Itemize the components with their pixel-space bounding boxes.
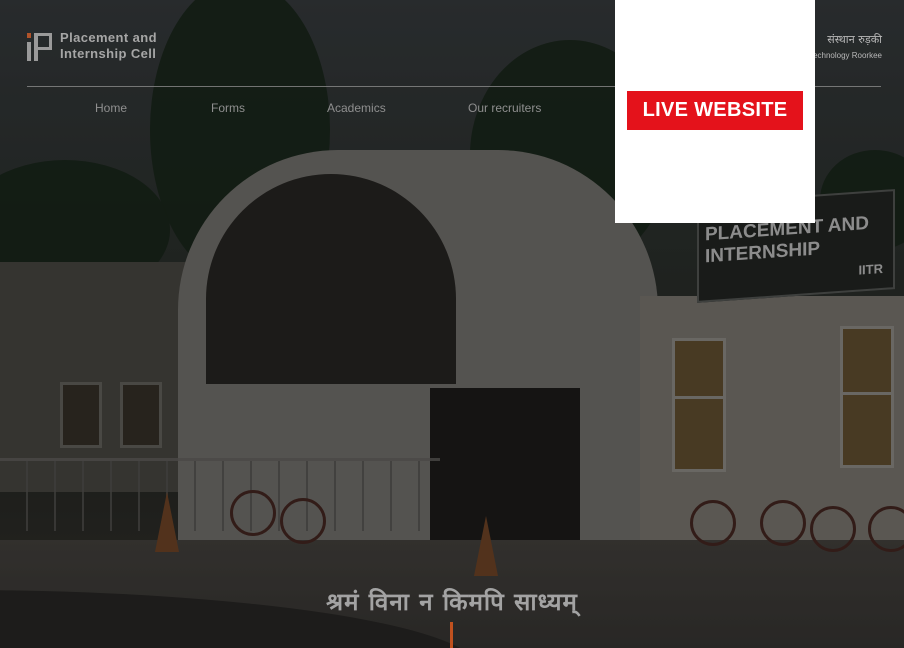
scroll-indicator[interactable] [450, 622, 453, 648]
live-website-card: LIVE WEBSITE [615, 0, 815, 223]
brand-line-2: Internship Cell [60, 46, 157, 61]
nav-home[interactable]: Home [95, 101, 127, 115]
nav-forms[interactable]: Forms [211, 101, 245, 115]
nav-academics[interactable]: Academics [327, 101, 386, 115]
nav-our-recruiters[interactable]: Our recruiters [468, 101, 541, 115]
institute-name-english: Technology Roorkee [809, 51, 882, 60]
hero-motto: श्रमं विना न किमपि साध्यम् [326, 588, 578, 616]
institute-name[interactable]: संस्थान रुड़की Technology Roorkee [809, 32, 882, 60]
live-website-button[interactable]: LIVE WEBSITE [627, 91, 803, 130]
brand-line-1: Placement and [60, 30, 157, 45]
site-brand[interactable]: Placement and Internship Cell [60, 30, 157, 62]
pic-logo-icon[interactable] [27, 33, 52, 61]
institute-name-hindi: संस्थान रुड़की [827, 33, 882, 46]
